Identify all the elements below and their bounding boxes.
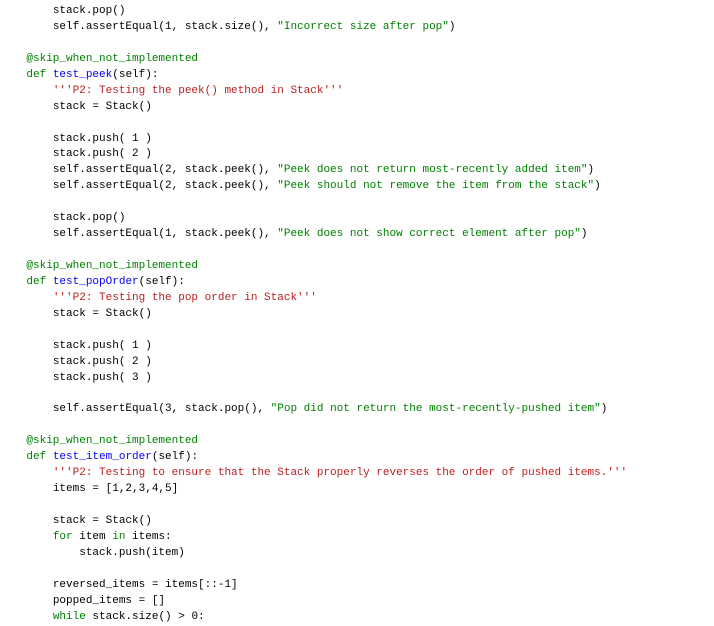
code-line: for item in items: <box>0 531 172 543</box>
string-literal: "Peek should not remove the item from th… <box>277 180 594 192</box>
decorator: @skip_when_not_implemented <box>0 53 198 65</box>
code-line: stack.push( 2 ) <box>0 148 152 160</box>
code-line: items = [1,2,3,4,5] <box>0 483 178 495</box>
code-line: stack = Stack() <box>0 101 152 113</box>
code-line: stack.push( 1 ) <box>0 133 152 145</box>
code-line: stack = Stack() <box>0 308 152 320</box>
string-literal: "Peek does not show correct element afte… <box>277 228 581 240</box>
code-line: stack.pop() <box>0 5 125 17</box>
string-literal: "Peek does not return most-recently adde… <box>277 164 587 176</box>
func-def: def test_popOrder(self): <box>0 276 185 288</box>
code-line: stack.push( 2 ) <box>0 356 152 368</box>
function-name: test_item_order <box>53 451 152 463</box>
code-line: popped_items = [] <box>0 595 165 607</box>
code-line: self.assertEqual(3, stack.pop(), "Pop di… <box>0 403 607 415</box>
docstring: '''P2: Testing to ensure that the Stack … <box>0 467 627 479</box>
code-line: while stack.size() > 0: <box>0 611 205 623</box>
func-def: def test_item_order(self): <box>0 451 198 463</box>
code-line: reversed_items = items[::-1] <box>0 579 238 591</box>
docstring: '''P2: Testing the pop order in Stack''' <box>0 292 317 304</box>
function-name: test_popOrder <box>53 276 139 288</box>
docstring: '''P2: Testing the peek() method in Stac… <box>0 85 343 97</box>
code-line: self.assertEqual(2, stack.peek(), "Peek … <box>0 180 601 192</box>
code-line: stack.push(item) <box>0 547 185 559</box>
function-name: test_peek <box>53 69 112 81</box>
string-literal: "Incorrect size after pop" <box>277 21 449 33</box>
code-line: self.assertEqual(1, stack.size(), "Incor… <box>0 21 456 33</box>
code-line: self.assertEqual(2, stack.peek(), "Peek … <box>0 164 594 176</box>
decorator: @skip_when_not_implemented <box>0 435 198 447</box>
code-line: stack.push( 3 ) <box>0 372 152 384</box>
code-line: stack.push( 1 ) <box>0 340 152 352</box>
code-line: stack.pop() <box>0 212 125 224</box>
string-literal: "Pop did not return the most-recently-pu… <box>271 403 601 415</box>
code-block: stack.pop() self.assertEqual(1, stack.si… <box>0 0 714 626</box>
func-def: def test_peek(self): <box>0 69 158 81</box>
code-line: self.assertEqual(1, stack.peek(), "Peek … <box>0 228 588 240</box>
code-line: stack = Stack() <box>0 515 152 527</box>
decorator: @skip_when_not_implemented <box>0 260 198 272</box>
